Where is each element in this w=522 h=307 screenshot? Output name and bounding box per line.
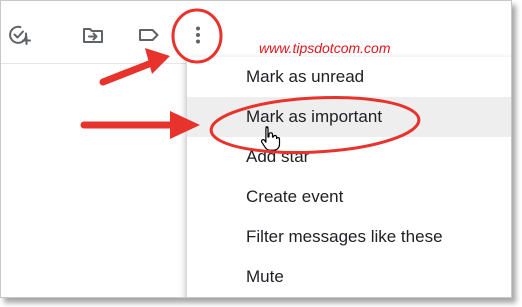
watermark: www.tipsdotcom.com bbox=[259, 40, 391, 56]
menu-item-mark-unread[interactable]: Mark as unread bbox=[187, 57, 511, 97]
label-icon[interactable] bbox=[137, 23, 161, 47]
menu-item-mute[interactable]: Mute bbox=[187, 257, 511, 297]
menu-item-add-star[interactable]: Add star bbox=[187, 137, 511, 177]
more-options-menu: Mark as unread Mark as important Add sta… bbox=[187, 57, 511, 297]
menu-item-create-event[interactable]: Create event bbox=[187, 177, 511, 217]
move-to-icon[interactable] bbox=[81, 23, 105, 47]
partial-content-edge bbox=[1, 295, 187, 297]
menu-item-filter-messages[interactable]: Filter messages like these bbox=[187, 217, 511, 257]
toolbar-divider bbox=[1, 63, 186, 64]
hand-cursor-icon bbox=[259, 125, 281, 151]
add-to-tasks-icon[interactable] bbox=[7, 23, 31, 47]
more-vertical-icon[interactable] bbox=[186, 23, 210, 47]
screenshot-frame: www.tipsdotcom.com Mark as unread Mark a… bbox=[0, 0, 512, 298]
menu-item-mark-important[interactable]: Mark as important bbox=[187, 97, 511, 137]
